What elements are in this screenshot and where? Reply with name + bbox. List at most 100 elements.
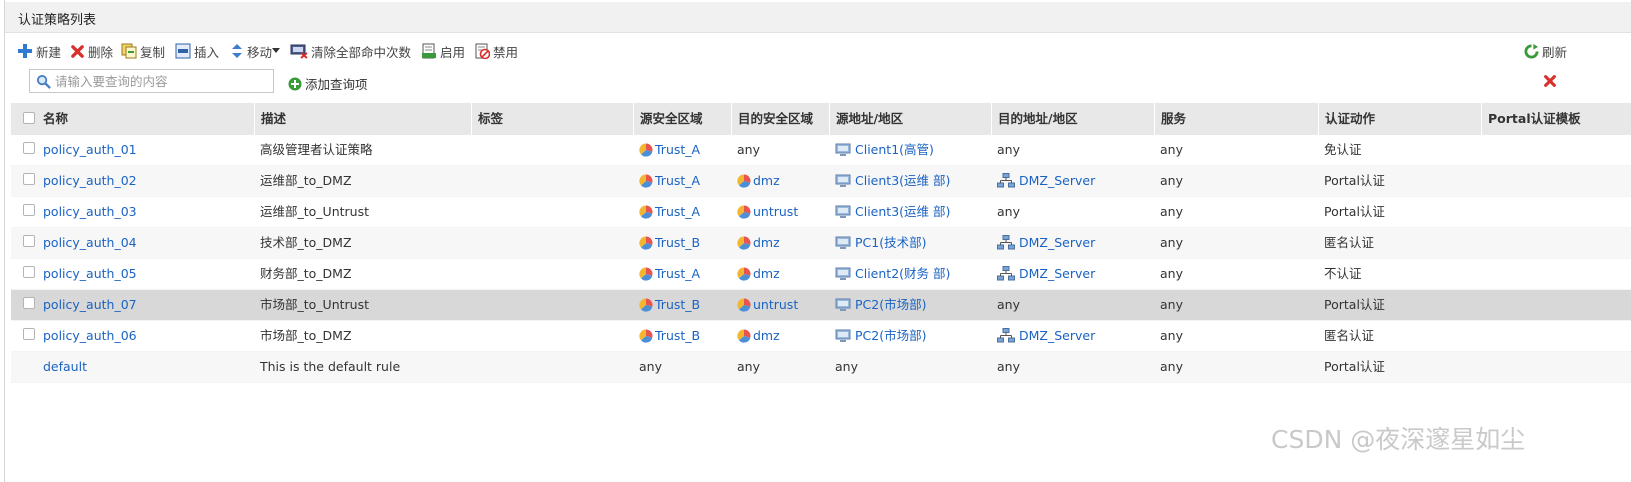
cell-src-zone[interactable]: Trust_A [633,259,700,289]
cell-name[interactable]: policy_auth_01 [37,135,137,165]
host-icon [835,174,851,187]
src-zone-value: Trust_A [655,173,701,188]
table-body: policy_auth_01 高级管理者认证策略 Trust_A any Client1… [11,135,1631,383]
name-value: policy_auth_05 [43,266,137,281]
cell-name[interactable]: default [37,352,87,382]
column-header-name[interactable]: 名称 [37,103,254,135]
column-header-action[interactable]: 认证动作 [1318,103,1481,135]
zone-icon [737,298,751,312]
table-row[interactable]: policy_auth_04 技术部_to_DMZ Trust_B dmz PC1(技术… [11,228,1631,259]
cell-dst-addr: any [991,290,1020,320]
search-input[interactable] [55,71,265,91]
row-checkbox[interactable] [23,297,35,309]
row-checkbox[interactable] [23,142,35,154]
cell-src-zone[interactable]: Trust_B [633,321,700,351]
cell-dst-zone[interactable]: dmz [731,259,780,289]
cell-src-zone[interactable]: Trust_A [633,197,700,227]
copy-button[interactable]: 复制 [121,41,165,61]
table-row[interactable]: default This is the default rule any any any… [11,352,1631,383]
cell-name[interactable]: policy_auth_02 [37,166,137,196]
cell-name[interactable]: policy_auth_06 [37,321,137,351]
cell-src-zone[interactable]: Trust_B [633,228,700,258]
column-header-src-addr[interactable]: 源地址/地区 [829,103,991,135]
desc-value: 运维部_to_Untrust [260,204,369,219]
column-header-desc[interactable]: 描述 [254,103,471,135]
column-header-portal-template[interactable]: Portal认证模板 [1481,103,1631,135]
cell-action: 匿名认证 [1318,321,1374,351]
select-all-checkbox[interactable] [23,112,35,124]
cell-dst-zone[interactable]: untrust [731,197,798,227]
cell-src-addr[interactable]: Client3(运维 部) [829,166,950,196]
cell-name[interactable]: policy_auth_05 [37,259,137,289]
cell-service: any [1154,197,1183,227]
name-value: policy_auth_04 [43,235,137,250]
cell-src-zone[interactable]: Trust_A [633,166,700,196]
dst-addr-value: any [997,359,1020,374]
name-value: policy_auth_03 [43,204,137,219]
host-icon [835,236,851,249]
clear-hits-button[interactable]: 清除全部命中次数 [290,41,411,61]
cell-src-addr[interactable]: PC2(市场部) [829,321,926,351]
src-addr-value: Client3(运维 部) [855,204,951,219]
disable-button[interactable]: 禁用 [474,41,518,61]
add-query-button[interactable]: 添加查询项 [288,74,368,93]
enable-button[interactable]: 启用 [421,41,465,61]
table-row[interactable]: policy_auth_01 高级管理者认证策略 Trust_A any Client1… [11,135,1631,166]
cell-name[interactable]: policy_auth_07 [37,290,137,320]
src-addr-value: Client2(财务 部) [855,266,951,281]
column-header-dst-addr[interactable]: 目的地址/地区 [991,103,1154,135]
host-icon [835,298,851,311]
move-button[interactable]: 移动 [230,41,283,61]
cell-dst-zone[interactable]: dmz [731,166,780,196]
cell-tag [471,166,477,196]
cell-tag [471,259,477,289]
host-icon [835,267,851,280]
zone-icon [737,236,751,250]
delete-button[interactable]: 删除 [70,41,113,61]
table-row[interactable]: policy_auth_06 市场部_to_DMZ Trust_B dmz PC2(市场… [11,321,1631,352]
action-value: Portal认证 [1324,359,1385,374]
dst-addr-value: DMZ_Server [1019,235,1096,250]
cell-dst-zone[interactable]: untrust [731,290,798,320]
cell-src-zone[interactable]: Trust_A [633,135,700,165]
cell-dst-addr[interactable]: DMZ_Server [991,166,1095,196]
action-value: 免认证 [1324,142,1362,157]
row-checkbox[interactable] [23,204,35,216]
cell-src-addr[interactable]: PC2(市场部) [829,290,926,320]
host-icon [835,205,851,218]
cell-src-zone[interactable]: Trust_B [633,290,700,320]
column-header-dst-zone[interactable]: 目的安全区域 [731,103,829,135]
column-header-service[interactable]: 服务 [1154,103,1318,135]
cell-dst-addr[interactable]: DMZ_Server [991,259,1095,289]
row-checkbox[interactable] [23,173,35,185]
cell-dst-zone: any [731,352,760,382]
row-checkbox[interactable] [23,235,35,247]
cell-dst-addr[interactable]: DMZ_Server [991,228,1095,258]
cell-src-addr[interactable]: Client2(财务 部) [829,259,950,289]
row-checkbox[interactable] [23,266,35,278]
table-row[interactable]: policy_auth_07 市场部_to_Untrust Trust_B untru… [11,290,1631,321]
cell-name[interactable]: policy_auth_04 [37,228,137,258]
new-button[interactable]: 新建 [17,41,61,61]
cell-src-addr[interactable]: Client3(运维 部) [829,197,950,227]
cell-dst-zone[interactable]: dmz [731,321,780,351]
insert-button[interactable]: 插入 [175,41,219,61]
column-header-src-zone[interactable]: 源安全区域 [633,103,731,135]
row-checkbox[interactable] [23,328,35,340]
cell-src-addr[interactable]: Client1(高管) [829,135,934,165]
close-search-button[interactable] [1543,74,1557,92]
refresh-button[interactable]: 刷新 [1524,41,1567,61]
cell-dst-zone[interactable]: dmz [731,228,780,258]
cell-src-addr[interactable]: PC1(技术部) [829,228,926,258]
column-header-tag[interactable]: 标签 [471,103,633,135]
cell-dst-addr[interactable]: DMZ_Server [991,321,1095,351]
table-row[interactable]: policy_auth_02 运维部_to_DMZ Trust_A dmz Client… [11,166,1631,197]
table-row[interactable]: policy_auth_03 运维部_to_Untrust Trust_A untru… [11,197,1631,228]
name-value: policy_auth_01 [43,142,137,157]
cell-name[interactable]: policy_auth_03 [37,197,137,227]
name-value: default [43,359,87,374]
network-group-icon [997,266,1015,281]
dst-zone-value: any [737,142,760,157]
table-row[interactable]: policy_auth_05 财务部_to_DMZ Trust_A dmz Client… [11,259,1631,290]
disable-icon [475,43,490,59]
